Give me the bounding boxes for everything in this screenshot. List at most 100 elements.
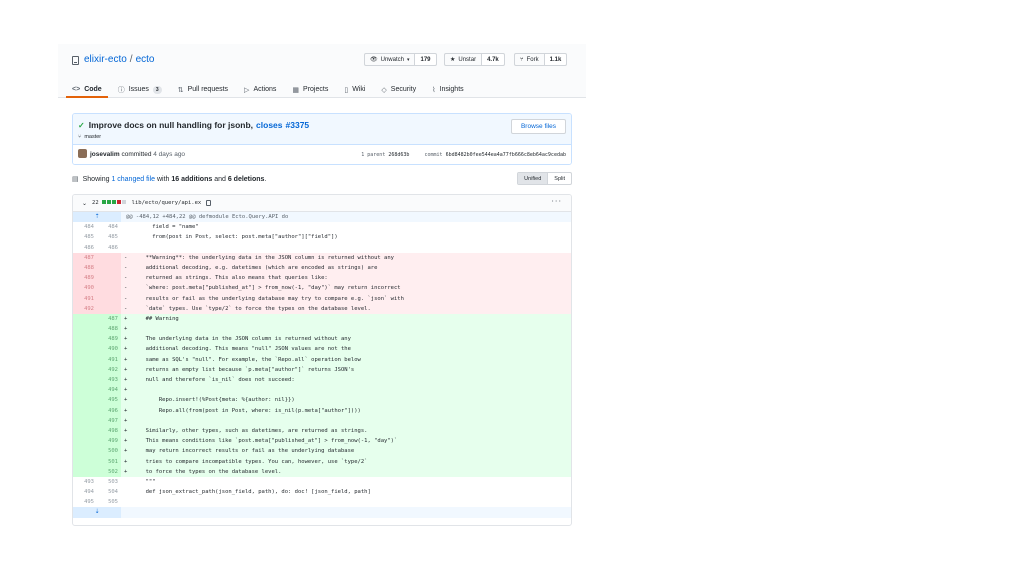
parent-sha-link[interactable]: 268d63b bbox=[388, 152, 409, 158]
old-line-number[interactable] bbox=[73, 395, 97, 406]
code-text: ## Warning bbox=[139, 315, 179, 322]
old-line-number[interactable] bbox=[73, 334, 97, 345]
new-line-number[interactable]: 500 bbox=[97, 446, 121, 457]
new-line-number[interactable]: 497 bbox=[97, 415, 121, 426]
old-line-number[interactable]: 487 bbox=[73, 252, 97, 263]
expand-up-icon[interactable]: ⇡ bbox=[73, 212, 121, 223]
old-line-number[interactable]: 491 bbox=[73, 293, 97, 304]
old-line-number[interactable] bbox=[73, 364, 97, 375]
commit-title-link[interactable]: closes bbox=[256, 120, 282, 130]
changed-files-link[interactable]: 1 changed file bbox=[111, 176, 155, 183]
old-line-number[interactable]: 490 bbox=[73, 283, 97, 294]
tab-security[interactable]: ◇ Security bbox=[381, 81, 416, 98]
new-line-number[interactable]: 488 bbox=[97, 324, 121, 335]
new-line-number[interactable]: 502 bbox=[97, 466, 121, 477]
old-line-number[interactable] bbox=[73, 375, 97, 386]
old-line-number[interactable]: 493 bbox=[73, 476, 97, 488]
old-line-number[interactable] bbox=[73, 324, 97, 335]
diff-line: 497 + bbox=[73, 415, 571, 426]
old-line-number[interactable] bbox=[73, 405, 97, 416]
check-icon[interactable]: ✓ bbox=[78, 121, 85, 130]
more-options-icon[interactable]: ··· bbox=[551, 197, 562, 206]
new-line-number[interactable]: 495 bbox=[97, 395, 121, 406]
copy-icon[interactable] bbox=[206, 200, 212, 206]
code-text: to force the types on the database level… bbox=[139, 468, 282, 475]
unwatch-button[interactable]: 👁 Unwatch ▾ bbox=[365, 54, 416, 65]
new-line-number[interactable]: 485 bbox=[97, 232, 121, 243]
issue-link[interactable]: #3375 bbox=[286, 120, 310, 130]
new-line-number[interactable]: 505 bbox=[97, 497, 121, 508]
new-line-number[interactable]: 498 bbox=[97, 425, 121, 437]
branch-link[interactable]: master bbox=[84, 134, 101, 140]
tab-code[interactable]: <> Code bbox=[66, 81, 108, 98]
new-line-number[interactable]: 491 bbox=[97, 354, 121, 365]
tab-projects[interactable]: ▦ Projects bbox=[292, 81, 328, 98]
old-line-number[interactable] bbox=[73, 456, 97, 467]
new-line-number[interactable] bbox=[97, 262, 121, 274]
tab-pull-requests[interactable]: ⇅ Pull requests bbox=[178, 81, 228, 98]
repo-nav-tabs: <> Code ⓘ Issues 3 ⇅ Pull requests ▷ Act… bbox=[66, 81, 480, 98]
split-view-button[interactable]: Split bbox=[548, 173, 571, 184]
commit-box: ✓ Improve docs on null handling for json… bbox=[72, 113, 572, 165]
old-line-number[interactable] bbox=[73, 466, 97, 477]
author-link[interactable]: josevalim bbox=[90, 151, 120, 158]
old-line-number[interactable]: 484 bbox=[73, 222, 97, 233]
new-line-number[interactable]: 484 bbox=[97, 222, 121, 233]
new-line-number[interactable]: 503 bbox=[97, 476, 121, 488]
old-line-number[interactable]: 492 bbox=[73, 303, 97, 314]
tab-wiki[interactable]: ▯ Wiki bbox=[344, 81, 365, 98]
new-line-number[interactable]: 499 bbox=[97, 436, 121, 447]
repo-name-link[interactable]: ecto bbox=[136, 54, 155, 66]
old-line-number[interactable]: 488 bbox=[73, 262, 97, 274]
branch-info: ⑂ master bbox=[78, 134, 101, 140]
unified-view-button[interactable]: Unified bbox=[518, 173, 549, 184]
new-line-number[interactable]: 487 bbox=[97, 313, 121, 325]
tab-projects-label: Projects bbox=[303, 86, 329, 93]
new-line-number[interactable]: 489 bbox=[97, 334, 121, 345]
watch-count-link[interactable]: 179 bbox=[415, 54, 436, 65]
old-line-number[interactable] bbox=[73, 446, 97, 457]
unstar-button[interactable]: ★ Unstar bbox=[445, 54, 483, 65]
star-count-link[interactable]: 4.7k bbox=[482, 54, 504, 65]
new-line-number[interactable] bbox=[97, 283, 121, 294]
new-line-number[interactable]: 494 bbox=[97, 385, 121, 396]
new-line-number[interactable] bbox=[97, 273, 121, 284]
fork-count-link[interactable]: 1.1k bbox=[544, 54, 567, 65]
new-line-number[interactable] bbox=[97, 303, 121, 314]
hunk-footer: ⇣ bbox=[73, 507, 571, 518]
new-line-number[interactable]: 496 bbox=[97, 405, 121, 416]
old-line-number[interactable]: 489 bbox=[73, 273, 97, 284]
fork-button[interactable]: ⑂ Fork bbox=[515, 54, 545, 65]
avatar[interactable] bbox=[78, 149, 87, 158]
chevron-down-icon[interactable]: ⌄ bbox=[82, 200, 87, 207]
tab-actions[interactable]: ▷ Actions bbox=[244, 81, 276, 98]
tab-issues[interactable]: ⓘ Issues 3 bbox=[118, 81, 162, 98]
new-line-number[interactable]: 504 bbox=[97, 487, 121, 498]
old-line-number[interactable]: 494 bbox=[73, 487, 97, 498]
file-path-link[interactable]: lib/ecto/query/api.ex bbox=[132, 200, 202, 206]
old-line-number[interactable] bbox=[73, 344, 97, 355]
tab-insights[interactable]: ⌇ Insights bbox=[432, 81, 464, 98]
diff-marker: + bbox=[124, 326, 128, 333]
browse-files-button[interactable]: Browse files bbox=[511, 119, 566, 134]
new-line-number[interactable]: 486 bbox=[97, 242, 121, 253]
old-line-number[interactable]: 486 bbox=[73, 242, 97, 253]
old-line-number[interactable]: 495 bbox=[73, 497, 97, 508]
old-line-number[interactable] bbox=[73, 385, 97, 396]
new-line-number[interactable]: 493 bbox=[97, 375, 121, 386]
new-line-number[interactable]: 501 bbox=[97, 456, 121, 467]
new-line-number[interactable]: 490 bbox=[97, 344, 121, 355]
expand-down-icon[interactable]: ⇣ bbox=[73, 507, 121, 518]
old-line-number[interactable] bbox=[73, 425, 97, 437]
old-line-number[interactable] bbox=[73, 313, 97, 325]
repo-owner-link[interactable]: elixir-ecto bbox=[84, 54, 127, 66]
old-line-number[interactable] bbox=[73, 436, 97, 447]
old-line-number[interactable]: 485 bbox=[73, 232, 97, 243]
code-text: returned as strings. This also means tha… bbox=[139, 275, 328, 282]
hunk-header: ⇡ @@ -484,12 +484,22 @@ defmodule Ecto.Q… bbox=[73, 212, 571, 223]
old-line-number[interactable] bbox=[73, 415, 97, 426]
new-line-number[interactable] bbox=[97, 252, 121, 263]
old-line-number[interactable] bbox=[73, 354, 97, 365]
new-line-number[interactable] bbox=[97, 293, 121, 304]
new-line-number[interactable]: 492 bbox=[97, 364, 121, 375]
